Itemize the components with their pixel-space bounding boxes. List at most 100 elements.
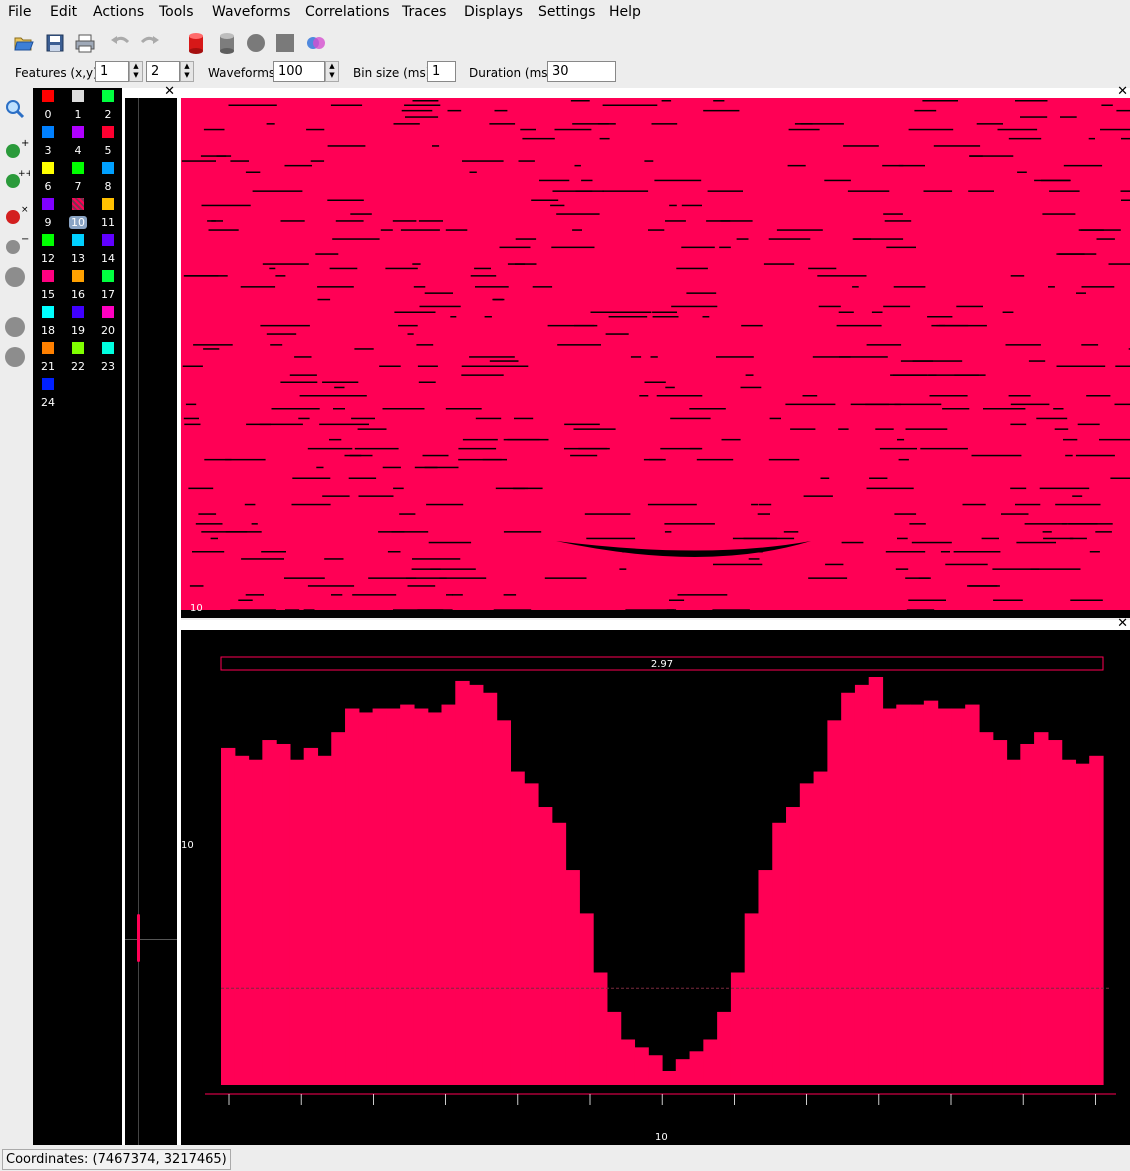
cluster-label-0[interactable]: 0 <box>36 108 60 121</box>
cluster-swatch-24[interactable] <box>42 378 54 390</box>
cluster-swatch-11[interactable] <box>102 198 114 210</box>
redo-icon[interactable] <box>138 31 162 55</box>
cluster-label-5[interactable]: 5 <box>96 144 120 157</box>
menu-settings[interactable]: Settings <box>538 4 595 20</box>
cluster-label-6[interactable]: 6 <box>36 180 60 193</box>
cluster-label-24[interactable]: 24 <box>36 396 60 409</box>
zoom-icon[interactable] <box>4 98 26 120</box>
print-icon[interactable] <box>73 31 97 55</box>
cluster-label-21[interactable]: 21 <box>36 360 60 373</box>
cluster-swatch-5[interactable] <box>102 126 114 138</box>
cluster-swatch-10[interactable] <box>72 198 84 210</box>
cluster-swatch-9[interactable] <box>42 198 54 210</box>
waveform-axis <box>138 98 139 1145</box>
gray-circle-icon[interactable] <box>244 31 268 55</box>
cluster-swatch-20[interactable] <box>102 306 114 318</box>
raster-spike-row <box>245 594 264 596</box>
feature-y-input[interactable]: 2 <box>146 61 180 82</box>
undo-icon[interactable] <box>108 31 132 55</box>
raster-plot[interactable] <box>181 98 1130 618</box>
autocorrelogram-chart[interactable]: 2.97 <box>181 630 1130 1145</box>
cluster-label-11[interactable]: 11 <box>96 216 120 229</box>
menu-file[interactable]: File <box>8 4 31 20</box>
cluster-label-9[interactable]: 9 <box>36 216 60 229</box>
cluster-swatch-23[interactable] <box>102 342 114 354</box>
delete-cluster-icon[interactable]: × <box>4 204 29 226</box>
cluster-swatch-14[interactable] <box>102 234 114 246</box>
cluster-swatch-18[interactable] <box>42 306 54 318</box>
cluster-swatch-1[interactable] <box>72 90 84 102</box>
close-icon[interactable]: ✕ <box>1117 85 1128 99</box>
cluster-swatch-2[interactable] <box>102 90 114 102</box>
cluster-label-12[interactable]: 12 <box>36 252 60 265</box>
menu-edit[interactable]: Edit <box>50 4 77 20</box>
add-cluster-icon[interactable]: + <box>4 138 29 160</box>
save-icon[interactable] <box>43 31 67 55</box>
gray-cylinder-icon[interactable] <box>215 31 239 55</box>
feature-y-spinner[interactable]: ▲ ▼ <box>180 61 194 82</box>
raster-spike-row <box>1121 199 1130 201</box>
cluster-swatch-6[interactable] <box>42 162 54 174</box>
red-cylinder-icon[interactable] <box>184 31 208 55</box>
gray-circle-icon[interactable] <box>4 316 26 338</box>
cluster-swatch-22[interactable] <box>72 342 84 354</box>
raster-spike-row <box>358 495 394 497</box>
cluster-label-19[interactable]: 19 <box>66 324 90 337</box>
remove-cluster-icon[interactable]: − <box>4 234 29 256</box>
cluster-label-17[interactable]: 17 <box>96 288 120 301</box>
cluster-swatch-17[interactable] <box>102 270 114 282</box>
waveforms-spinner[interactable]: ▲ ▼ <box>325 61 339 82</box>
raster-spike-row <box>458 447 497 450</box>
raster-spike-row <box>843 145 879 147</box>
raster-spike-row <box>494 109 508 112</box>
cluster-label-22[interactable]: 22 <box>66 360 90 373</box>
cluster-label-3[interactable]: 3 <box>36 144 60 157</box>
feature-x-input[interactable]: 1 <box>95 61 129 82</box>
menu-correlations[interactable]: Correlations <box>305 4 390 20</box>
cluster-label-16[interactable]: 16 <box>66 288 90 301</box>
cluster-label-4[interactable]: 4 <box>66 144 90 157</box>
cluster-swatch-21[interactable] <box>42 342 54 354</box>
waveforms-input[interactable]: 100 <box>273 61 325 82</box>
cluster-swatch-7[interactable] <box>72 162 84 174</box>
cluster-label-7[interactable]: 7 <box>66 180 90 193</box>
cluster-label-23[interactable]: 23 <box>96 360 120 373</box>
close-icon[interactable]: ✕ <box>164 85 175 99</box>
menu-tools[interactable]: Tools <box>159 4 194 20</box>
menu-actions[interactable]: Actions <box>93 4 144 20</box>
menu-help[interactable]: Help <box>609 4 641 20</box>
cluster-swatch-0[interactable] <box>42 90 54 102</box>
gray-circle-icon[interactable] <box>4 346 26 368</box>
cluster-swatch-13[interactable] <box>72 234 84 246</box>
binsize-input[interactable]: 1 <box>427 61 456 82</box>
cluster-swatch-8[interactable] <box>102 162 114 174</box>
cluster-label-15[interactable]: 15 <box>36 288 60 301</box>
cluster-swatch-16[interactable] <box>72 270 84 282</box>
add-multi-cluster-icon[interactable]: ++ <box>4 168 33 190</box>
cluster-swatch-15[interactable] <box>42 270 54 282</box>
panel-splitter[interactable] <box>122 88 125 1145</box>
gray-square-icon[interactable] <box>273 31 297 55</box>
duration-input[interactable]: 30 <box>547 61 616 82</box>
cluster-label-1[interactable]: 1 <box>66 108 90 121</box>
menu-waveforms[interactable]: Waveforms <box>212 4 290 20</box>
close-icon[interactable]: ✕ <box>1117 617 1128 631</box>
cluster-swatch-19[interactable] <box>72 306 84 318</box>
cluster-label-2[interactable]: 2 <box>96 108 120 121</box>
venn-icon[interactable] <box>304 31 328 55</box>
feature-x-spinner[interactable]: ▲ ▼ <box>129 61 143 82</box>
cluster-label-13[interactable]: 13 <box>66 252 90 265</box>
cluster-swatch-4[interactable] <box>72 126 84 138</box>
cluster-label-8[interactable]: 8 <box>96 180 120 193</box>
cluster-swatch-3[interactable] <box>42 126 54 138</box>
cluster-swatch-12[interactable] <box>42 234 54 246</box>
menu-displays[interactable]: Displays <box>464 4 523 20</box>
cluster-label-14[interactable]: 14 <box>96 252 120 265</box>
menu-traces[interactable]: Traces <box>402 4 446 20</box>
open-icon[interactable] <box>12 31 36 55</box>
raster-spike-row <box>489 123 516 125</box>
gray-circle-icon[interactable] <box>4 266 26 288</box>
cluster-label-20[interactable]: 20 <box>96 324 120 337</box>
cluster-label-18[interactable]: 18 <box>36 324 60 337</box>
cluster-label-10[interactable]: 10 <box>69 216 87 229</box>
